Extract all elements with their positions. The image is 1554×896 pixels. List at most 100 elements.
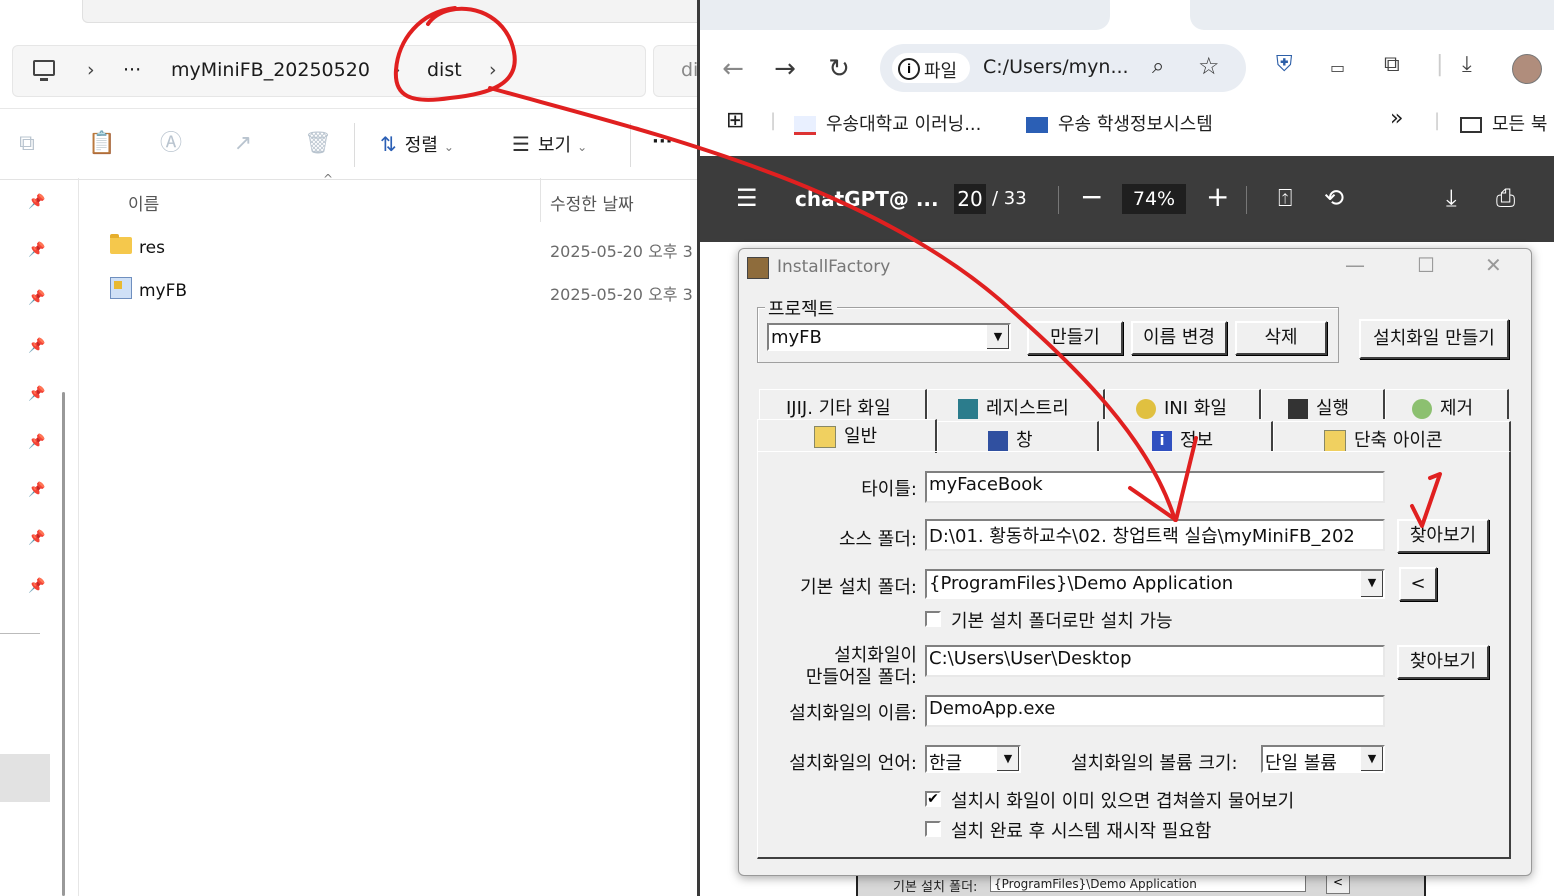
pin-icon[interactable]: 📌 bbox=[28, 338, 45, 354]
browser-tab[interactable] bbox=[700, 0, 1110, 30]
bookmark-student-system[interactable]: 우송 학생정보시스템 bbox=[1026, 110, 1213, 136]
delete-project-button[interactable]: 삭제 bbox=[1235, 321, 1327, 355]
back-icon[interactable]: ← bbox=[718, 52, 748, 86]
reboot-required-checkbox[interactable] bbox=[925, 821, 941, 837]
tab-info[interactable]: i 정보 bbox=[1099, 421, 1273, 451]
file-row[interactable]: res 2025-05-20 오후 3 bbox=[108, 230, 698, 266]
pin-icon[interactable]: 📌 bbox=[28, 482, 45, 498]
only-default-folder-checkbox[interactable] bbox=[925, 611, 941, 627]
zoom-input[interactable]: 74% bbox=[1122, 184, 1186, 214]
pin-icon[interactable]: 📌 bbox=[28, 290, 45, 306]
tab-other-files[interactable]: IJIJ. 기타 화일 bbox=[759, 389, 927, 419]
sort-label: 정렬 bbox=[404, 135, 438, 156]
source-folder-input[interactable]: D:\01. 황동하교수\02. 창업트랙 실습\myMiniFB_202 bbox=[925, 519, 1385, 551]
breadcrumb-folder-dist[interactable]: dist bbox=[427, 59, 462, 81]
page-number-input[interactable]: 20 bbox=[954, 184, 986, 214]
nav-selected-item[interactable] bbox=[0, 754, 50, 802]
zoom-in-icon[interactable]: + bbox=[1206, 180, 1229, 213]
rename-icon[interactable]: Ⓐ bbox=[160, 133, 182, 155]
this-pc-icon[interactable] bbox=[33, 60, 55, 81]
chevron-down-icon[interactable]: ▼ bbox=[996, 747, 1019, 771]
overwrite-ask-checkbox[interactable]: ✔ bbox=[925, 791, 941, 807]
file-row[interactable]: myFB 2025-05-20 오후 3 bbox=[108, 273, 698, 309]
installer-language-select[interactable]: 한글 ▼ bbox=[925, 745, 1021, 774]
volume-size-select[interactable]: 단일 볼륨 ▼ bbox=[1261, 745, 1385, 774]
reload-icon[interactable]: ↻ bbox=[824, 52, 854, 86]
make-project-button[interactable]: 만들기 bbox=[1027, 321, 1123, 355]
underlying-default-folder-value: {ProgramFiles}\Demo Application bbox=[990, 874, 1306, 892]
profile-avatar[interactable] bbox=[1512, 54, 1542, 84]
share-icon[interactable]: ↗ bbox=[232, 133, 254, 155]
chevron-down-icon[interactable]: ▼ bbox=[1360, 747, 1383, 771]
extension-box-icon[interactable]: ▭ bbox=[1330, 58, 1345, 77]
tab-remove[interactable]: 제거 bbox=[1385, 389, 1509, 419]
dialog-title-bar[interactable]: InstallFactory — ☐ ✕ bbox=[739, 249, 1531, 285]
project-select[interactable]: myFB ▼ bbox=[767, 323, 1011, 351]
sort-button[interactable]: ⇅ 정렬 ⌄ bbox=[380, 131, 454, 157]
tab-shortcut-icon[interactable]: 단축 아이콘 bbox=[1273, 421, 1511, 452]
installer-filename-input[interactable]: DemoApp.exe bbox=[925, 695, 1385, 727]
pin-icon[interactable]: 📌 bbox=[28, 242, 45, 258]
tab-execute[interactable]: 실행 bbox=[1261, 389, 1385, 419]
url-text[interactable]: C:/Users/myn... bbox=[983, 56, 1129, 78]
zoom-magnifier-icon[interactable]: ⌕ bbox=[1152, 54, 1164, 79]
default-folder-back-button[interactable]: < bbox=[1399, 567, 1437, 601]
tab-window[interactable]: 창 bbox=[937, 421, 1099, 451]
site-info-chip[interactable]: i 파일 bbox=[892, 53, 970, 83]
address-bar[interactable]: › ··· myMiniFB_20250520 › dist › bbox=[12, 45, 646, 97]
breadcrumb-overflow[interactable]: ··· bbox=[123, 59, 141, 81]
minimize-icon[interactable]: — bbox=[1345, 253, 1365, 277]
bookmark-star-icon[interactable]: ☆ bbox=[1198, 52, 1220, 80]
pin-icon[interactable]: 📌 bbox=[28, 194, 45, 210]
pin-icon[interactable]: 📌 bbox=[28, 386, 45, 402]
pin-icon[interactable]: 📌 bbox=[28, 578, 45, 594]
extensions-puzzle-icon[interactable]: ⧉ bbox=[1384, 52, 1400, 77]
chevron-down-icon[interactable]: ▼ bbox=[986, 325, 1009, 349]
menu-icon[interactable]: ☰ bbox=[736, 184, 758, 212]
pane-divider[interactable] bbox=[78, 178, 79, 896]
copy-icon[interactable]: ⧉ bbox=[16, 133, 38, 155]
tab-general[interactable]: 일반 bbox=[757, 419, 937, 453]
title-input[interactable]: myFaceBook bbox=[925, 471, 1385, 503]
sort-icon: ⇅ bbox=[380, 132, 397, 156]
close-icon[interactable]: ✕ bbox=[1485, 253, 1502, 277]
chevron-down-icon[interactable]: ▼ bbox=[1360, 571, 1383, 597]
column-name-header[interactable]: 이름 bbox=[128, 190, 159, 215]
maximize-icon[interactable]: ☐ bbox=[1417, 253, 1435, 277]
source-browse-button[interactable]: 찾아보기 bbox=[1397, 519, 1489, 553]
column-divider[interactable] bbox=[540, 178, 541, 222]
column-modified-header[interactable]: 수정한 날짜 bbox=[550, 190, 634, 215]
bookmark-elearning[interactable]: 우송대학교 이러닝... bbox=[794, 110, 981, 136]
extension-shield-icon[interactable]: ⛨ bbox=[1276, 52, 1293, 77]
pdf-download-icon[interactable]: ⤓ bbox=[1446, 184, 1457, 212]
build-installer-button[interactable]: 설치화일 만들기 bbox=[1359, 319, 1509, 359]
tab-registry[interactable]: 레지스트리 bbox=[927, 389, 1105, 419]
forward-icon[interactable]: → bbox=[770, 52, 800, 86]
print-icon[interactable]: ⎙ bbox=[1496, 184, 1515, 212]
pin-icon[interactable]: 📌 bbox=[28, 434, 45, 450]
download-icon[interactable]: ⤓ bbox=[1462, 52, 1472, 77]
view-button[interactable]: ☰ 보기 ⌄ bbox=[512, 131, 587, 157]
nav-scrollbar[interactable] bbox=[62, 392, 65, 896]
zoom-out-icon[interactable]: − bbox=[1080, 180, 1103, 213]
tab-ini-files[interactable]: INI 화일 bbox=[1105, 389, 1261, 419]
apps-grid-icon[interactable]: ⊞ bbox=[726, 108, 744, 133]
default-folder-select[interactable]: {ProgramFiles}\Demo Application ▼ bbox=[925, 569, 1385, 599]
delete-icon[interactable]: 🗑 bbox=[304, 133, 332, 155]
more-options-button[interactable]: ··· bbox=[652, 131, 673, 152]
rename-project-button[interactable]: 이름 변경 bbox=[1131, 321, 1227, 355]
address-omnibox[interactable]: i 파일 C:/Users/myn... ⌕ ☆ bbox=[880, 44, 1246, 92]
chevron-right-icon[interactable]: › bbox=[489, 59, 497, 81]
all-bookmarks-folder[interactable]: 모든 북 bbox=[1460, 110, 1547, 136]
fit-page-icon[interactable]: ⍐ bbox=[1278, 184, 1292, 212]
output-browse-button[interactable]: 찾아보기 bbox=[1397, 645, 1489, 679]
file-name: res bbox=[139, 238, 165, 258]
browser-tab[interactable] bbox=[1190, 0, 1554, 30]
paste-icon[interactable]: 📋 bbox=[88, 133, 115, 155]
info-icon: i bbox=[1152, 431, 1172, 451]
pin-icon[interactable]: 📌 bbox=[28, 530, 45, 546]
rotate-icon[interactable]: ⟲ bbox=[1324, 184, 1344, 212]
bookmarks-overflow-button[interactable]: » bbox=[1390, 106, 1403, 131]
output-folder-input[interactable]: C:\Users\User\Desktop bbox=[925, 645, 1385, 677]
breadcrumb-folder-project[interactable]: myMiniFB_20250520 bbox=[171, 59, 370, 81]
